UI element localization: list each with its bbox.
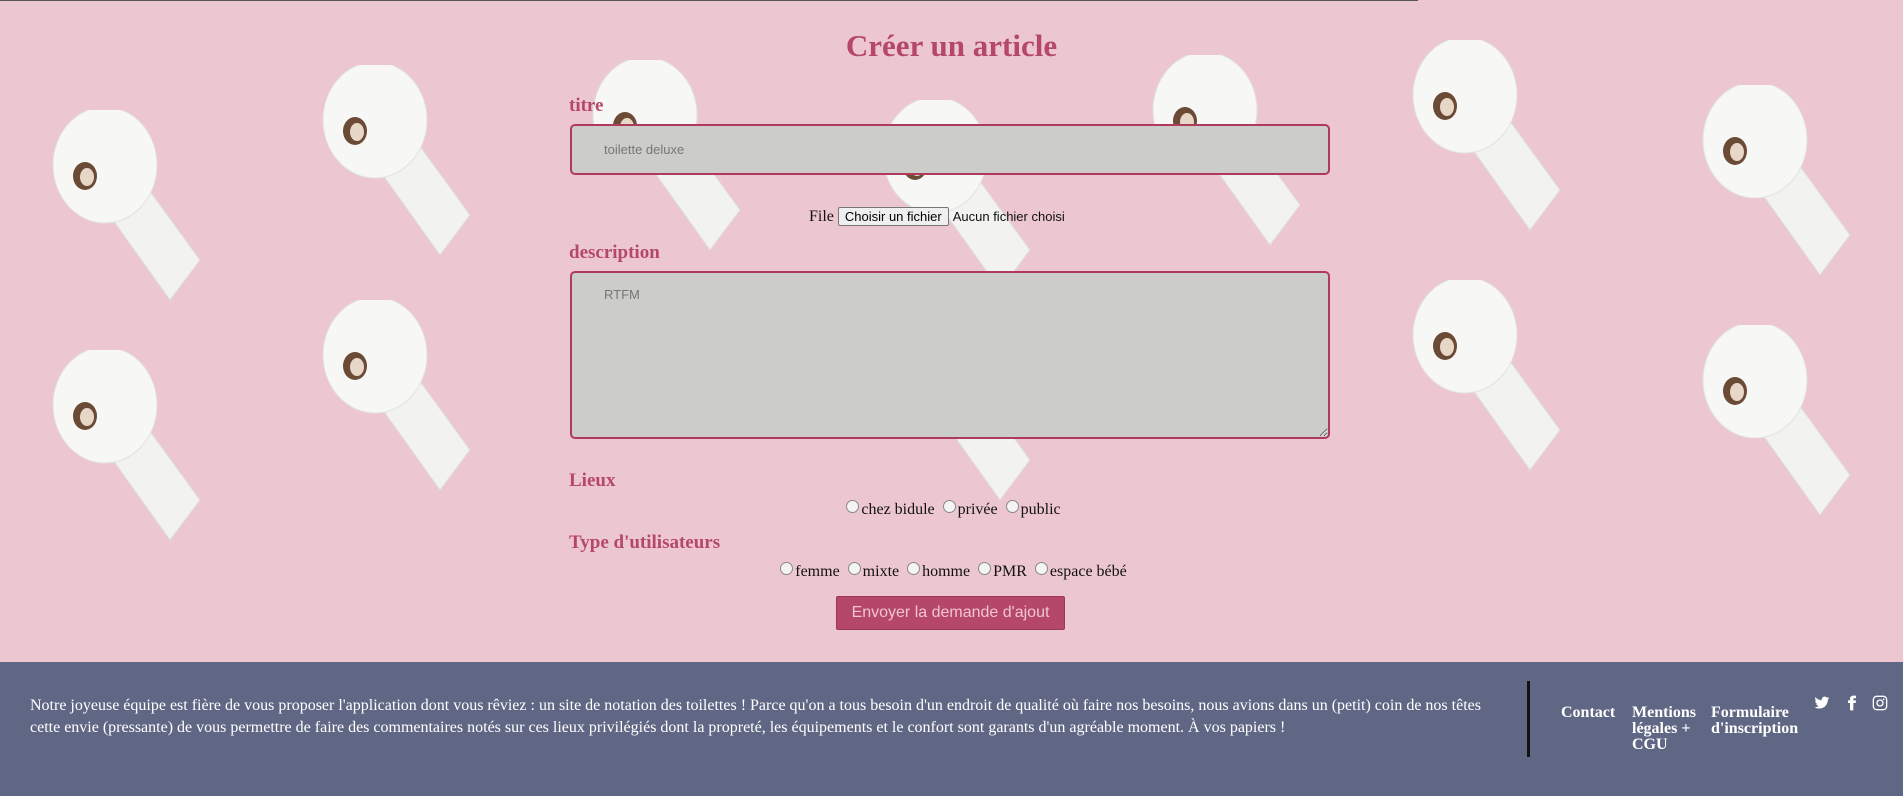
radio-mixte[interactable] <box>847 562 861 575</box>
radio-label-privee: privée <box>957 501 998 518</box>
description-textarea[interactable] <box>570 271 1330 439</box>
radio-label-homme: homme <box>922 563 971 580</box>
users-label: Type d'utilisateurs <box>569 532 721 553</box>
radio-label-pmr: PMR <box>993 563 1027 580</box>
contact-link[interactable]: Contact <box>1561 705 1615 721</box>
mentions-legales-link[interactable]: Mentions légales + CGU <box>1632 705 1702 753</box>
radio-label-mixte: mixte <box>862 563 900 580</box>
instagram-icon[interactable] <box>1872 695 1888 711</box>
footer-divider <box>1527 681 1530 757</box>
users-radio-group: femme mixte homme PMR espace bébé <box>0 562 1903 581</box>
title-label: titre <box>569 95 604 116</box>
file-upload: File Choisir un fichier Aucun fichier ch… <box>809 207 1065 226</box>
top-border <box>0 0 1418 1</box>
radio-privee[interactable] <box>942 500 956 513</box>
file-status: Aucun fichier choisi <box>952 209 1065 224</box>
radio-homme[interactable] <box>907 562 921 575</box>
radio-label-espace-bebe: espace bébé <box>1049 563 1127 580</box>
choose-file-button[interactable]: Choisir un fichier <box>837 207 949 226</box>
description-label: description <box>569 242 660 263</box>
facebook-icon[interactable] <box>1844 695 1860 711</box>
radio-femme[interactable] <box>780 562 794 575</box>
twitter-icon[interactable] <box>1814 695 1830 711</box>
radio-label-public: public <box>1020 501 1061 518</box>
lieux-radio-group: chez bidule privée public <box>0 500 1903 519</box>
page-title: Créer un article <box>845 28 1058 63</box>
lieux-label: Lieux <box>569 470 616 491</box>
radio-label-femme: femme <box>795 563 840 580</box>
title-input[interactable] <box>570 124 1330 175</box>
radio-pmr[interactable] <box>978 562 992 575</box>
radio-public[interactable] <box>1005 500 1019 513</box>
submit-button[interactable]: Envoyer la demande d'ajout <box>836 596 1065 630</box>
radio-espace-bebe[interactable] <box>1034 562 1048 575</box>
inscription-link[interactable]: Formulaire d'inscription <box>1711 705 1806 737</box>
footer: Notre joyeuse équipe est fière de vous p… <box>0 662 1903 796</box>
radio-chez-bidule[interactable] <box>846 500 860 513</box>
footer-description: Notre joyeuse équipe est fière de vous p… <box>30 697 1481 736</box>
file-label: File <box>809 207 834 225</box>
radio-label-chez-bidule: chez bidule <box>861 501 935 518</box>
